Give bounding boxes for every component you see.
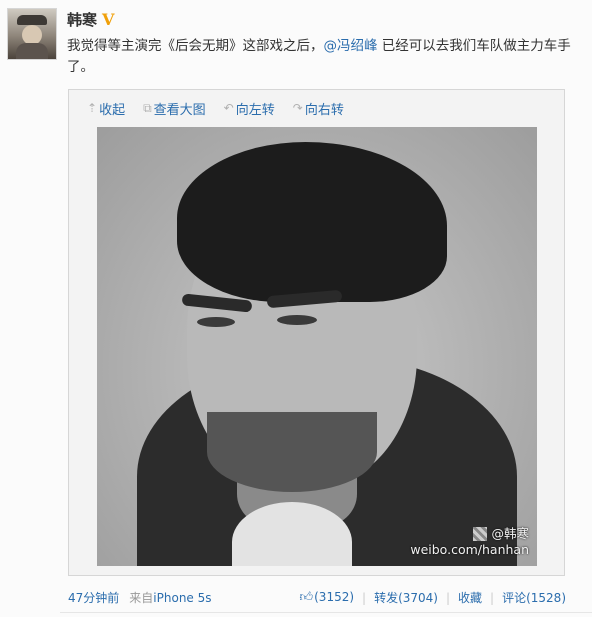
verified-badge-icon[interactable]: V [102,10,114,29]
view-large-button[interactable]: ⧉ 查看大图 [143,98,206,118]
media-toolbar: ⇡ 收起 ⧉ 查看大图 ↶ 向左转 ↷ 向右转 [87,98,344,118]
media-panel: ⇡ 收起 ⧉ 查看大图 ↶ 向左转 ↷ 向右转 @韩寒 weibo.com/ha… [68,89,565,576]
collapse-button[interactable]: ⇡ 收起 [87,98,125,118]
avatar[interactable] [7,8,57,60]
rotate-right-icon: ↷ [292,101,303,115]
comment-button[interactable]: 评论(1528) [502,589,566,606]
post-text: 我觉得等主演完《后会无期》这部戏之后，@冯绍峰 已经可以去我们车队做主力车手了。 [67,36,587,78]
action-divider: | [362,590,367,605]
rotate-left-label: 向左转 [235,102,275,118]
author-name[interactable]: 韩寒 [67,9,97,30]
rotate-right-button[interactable]: ↷ 向右转 [293,98,344,118]
enlarge-icon: ⧉ [143,100,152,115]
rotate-right-label: 向右转 [304,102,344,118]
rotate-left-button[interactable]: ↶ 向左转 [224,98,275,118]
watermark-user-line: @韩寒 [410,526,529,542]
post-time[interactable]: 47分钟前 [68,589,119,606]
photo-watermark: @韩寒 weibo.com/hanhan [410,526,529,558]
avatar-face [22,25,42,45]
action-divider: | [445,590,451,605]
post-source-prefix: 来自 [129,591,154,605]
repost-button[interactable]: 转发(3704) [374,589,438,606]
watermark-url: weibo.com/hanhan [410,542,529,557]
post-author[interactable]: 韩寒 V [67,8,114,30]
action-divider: | [490,590,495,605]
avatar-torso [16,43,48,59]
photo-beard [207,412,377,492]
view-large-label: 查看大图 [153,102,206,118]
favorite-button[interactable]: 收藏 [458,589,482,606]
avatar-hat [17,15,47,25]
post-photo[interactable]: @韩寒 weibo.com/hanhan [97,127,537,566]
like-button[interactable]: 👍︎(3152) [300,590,355,605]
photo-eye-right [277,315,317,325]
post-meta: 47分钟前 来自iPhone 5s [68,589,212,606]
divider-line [60,612,592,613]
watermark-user: @韩寒 [491,526,529,541]
post-text-before: 我觉得等主演完《后会无期》这部戏之后， [67,38,324,54]
collapse-up-icon: ⇡ [87,101,98,115]
like-count: (3152) [314,590,355,604]
post-source-wrap: 来自iPhone 5s [129,589,211,606]
photo-hair [177,142,447,302]
post-actions: 👍︎(3152) | 转发(3704) | 收藏 | 评论(1528) [300,589,566,606]
collapse-label: 收起 [99,102,126,118]
thumbs-up-icon: 👍︎ [299,590,314,605]
mention-link[interactable]: @冯绍峰 [324,38,378,54]
photo-eye-left [197,317,235,327]
watermark-pixel-icon [473,527,488,541]
rotate-left-icon: ↶ [223,101,234,115]
post-source[interactable]: iPhone 5s [153,591,211,605]
